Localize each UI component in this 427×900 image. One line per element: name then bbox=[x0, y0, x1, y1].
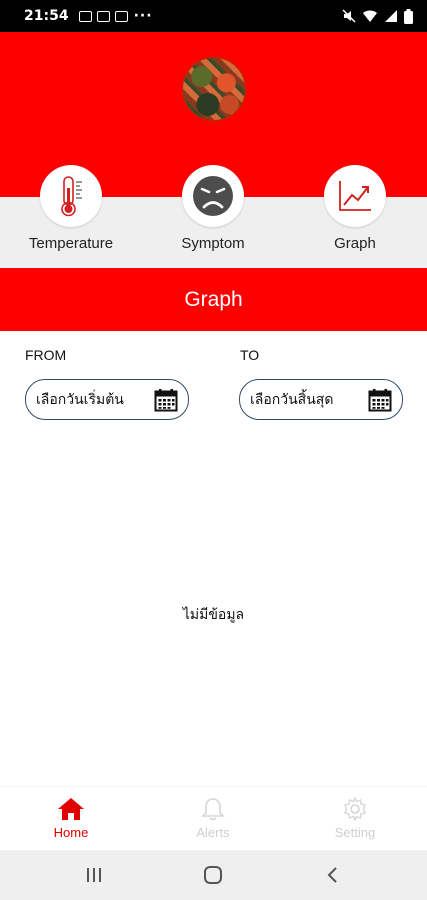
menu-item-label: Symptom bbox=[181, 235, 245, 252]
wifi-icon bbox=[363, 10, 377, 22]
notification-icons bbox=[78, 10, 128, 22]
system-status-icons bbox=[342, 8, 413, 24]
avatar[interactable] bbox=[182, 57, 246, 121]
status-bar: 21:54 ··· bbox=[0, 0, 427, 32]
signal-icon bbox=[385, 10, 397, 22]
gallery-icon bbox=[96, 10, 110, 22]
gallery-icon bbox=[114, 10, 128, 22]
end-date-placeholder: เลือกวันสิ้นสุด bbox=[250, 390, 334, 407]
nav-home[interactable]: Home bbox=[21, 797, 121, 840]
home-icon bbox=[58, 798, 84, 820]
more-notifications-icon: ··· bbox=[133, 8, 153, 24]
nav-setting-label: Setting bbox=[334, 825, 376, 840]
start-date-placeholder: เลือกวันเริ่มต้น bbox=[36, 390, 124, 407]
menu-item-graph[interactable]: Graph bbox=[295, 165, 415, 252]
mute-icon bbox=[342, 9, 356, 23]
menu-icon-circle bbox=[40, 165, 102, 227]
bottom-nav: Home Alerts Setting bbox=[0, 786, 427, 850]
system-nav-bar bbox=[0, 850, 427, 900]
end-date-field[interactable]: เลือกวันสิ้นสุด bbox=[239, 379, 403, 420]
recent-apps-button[interactable] bbox=[74, 863, 114, 887]
menu-icon-circle bbox=[182, 165, 244, 227]
start-date-field[interactable]: เลือกวันเริ่มต้น bbox=[25, 379, 189, 420]
line-chart-icon bbox=[339, 181, 371, 211]
bell-icon bbox=[201, 798, 225, 821]
status-time: 21:54 bbox=[24, 8, 69, 24]
page-title: Graph bbox=[184, 287, 243, 311]
image-icon bbox=[78, 10, 92, 22]
nav-home-label: Home bbox=[53, 825, 89, 840]
menu-item-label: Temperature bbox=[28, 235, 114, 252]
thermometer-icon bbox=[61, 176, 82, 217]
recent-apps-icon bbox=[87, 868, 101, 882]
nav-setting[interactable]: Setting bbox=[305, 797, 405, 840]
home-system-button[interactable] bbox=[193, 863, 233, 887]
empty-state-message: ไม่มีข้อมูล bbox=[182, 607, 245, 623]
home-circle-icon bbox=[204, 866, 222, 884]
calendar-icon[interactable] bbox=[368, 388, 392, 412]
nav-alerts[interactable]: Alerts bbox=[163, 797, 263, 840]
from-label: FROM bbox=[25, 347, 67, 363]
back-button[interactable] bbox=[313, 863, 353, 887]
menu-icon-circle bbox=[324, 165, 386, 227]
to-label: TO bbox=[240, 347, 260, 363]
nav-alerts-label: Alerts bbox=[196, 825, 230, 840]
menu-item-temperature[interactable]: Temperature bbox=[11, 165, 131, 252]
page-title-bar: Graph bbox=[0, 268, 427, 331]
menu-item-symptom[interactable]: Symptom bbox=[153, 165, 273, 252]
gear-icon bbox=[344, 797, 366, 821]
sad-face-icon bbox=[193, 176, 233, 216]
menu-item-label: Graph bbox=[334, 235, 376, 252]
calendar-icon[interactable] bbox=[154, 388, 178, 412]
back-icon bbox=[327, 867, 337, 883]
battery-icon bbox=[404, 8, 413, 24]
